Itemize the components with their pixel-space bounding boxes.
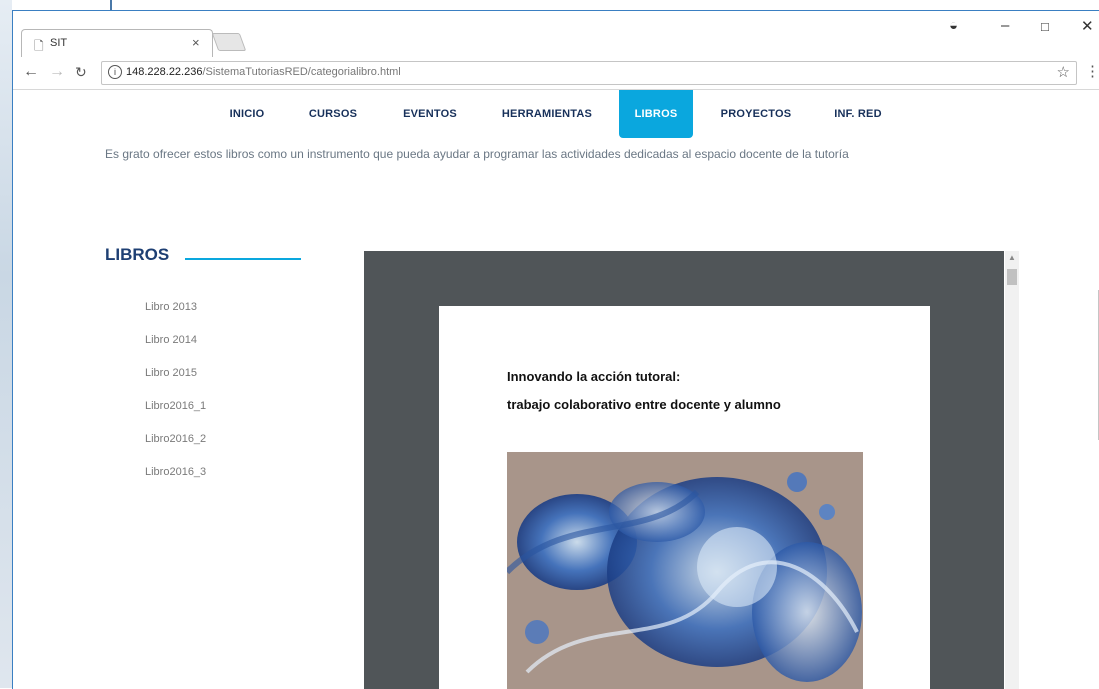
menu-icon[interactable]: ⋮ xyxy=(1085,62,1099,80)
minimize-icon[interactable]: – xyxy=(1001,17,1009,34)
nav-herramientas[interactable]: HERRAMIENTAS xyxy=(497,90,597,138)
page-icon: 🗋 xyxy=(34,39,44,53)
sidebar-item-libro-2014[interactable]: Libro 2014 xyxy=(145,334,197,346)
close-icon[interactable]: ✕ xyxy=(1081,17,1094,35)
sidebar-item-libro2016-2[interactable]: Libro2016_2 xyxy=(145,433,206,445)
tab-close-icon[interactable]: × xyxy=(192,35,200,50)
nav-eventos[interactable]: EVENTOS xyxy=(397,90,463,138)
sidebar-title-underline xyxy=(185,258,301,260)
nav-inicio[interactable]: INICIO xyxy=(213,90,281,138)
browser-toolbar: ← → ↻ i 148.228.22.236/SistemaTutoriasRE… xyxy=(13,57,1099,90)
url-text: 148.228.22.236/SistemaTutoriasRED/catego… xyxy=(126,66,401,78)
intro-text: Es grato ofrecer estos libros como un in… xyxy=(105,147,849,161)
nav-cursos[interactable]: CURSOS xyxy=(303,90,363,138)
main-nav: INICIO CURSOS EVENTOS HERRAMIENTAS LIBRO… xyxy=(13,90,1099,138)
title-bar: 🗋 SIT × ◒ – □ ✕ xyxy=(13,11,1099,58)
bookmark-star-icon[interactable]: ☆ xyxy=(1057,63,1070,81)
nav-proyectos[interactable]: PROYECTOS xyxy=(713,90,799,138)
nav-libros[interactable]: LIBROS xyxy=(619,90,693,138)
address-bar[interactable]: i 148.228.22.236/SistemaTutoriasRED/cate… xyxy=(101,61,1077,85)
sidebar-item-libro-2015[interactable]: Libro 2015 xyxy=(145,367,197,379)
nav-inf-red[interactable]: INF. RED xyxy=(821,90,895,138)
web-page: INICIO CURSOS EVENTOS HERRAMIENTAS LIBRO… xyxy=(13,90,1099,689)
book-cover-image xyxy=(507,452,863,689)
profile-icon[interactable]: ◒ xyxy=(949,17,958,34)
book-title-line-2: trabajo colaborativo entre docente y alu… xyxy=(507,397,781,412)
back-icon[interactable]: ← xyxy=(23,63,39,81)
reload-icon[interactable]: ↻ xyxy=(75,64,87,81)
pdf-viewer-scrollbar[interactable]: ▲ xyxy=(1005,251,1019,689)
browser-tab[interactable]: 🗋 SIT × xyxy=(21,29,213,58)
browser-window: 🗋 SIT × ◒ – □ ✕ ← → ↻ i 148.228.22.236/S… xyxy=(12,10,1099,689)
scrollbar-thumb[interactable] xyxy=(1007,269,1017,285)
sidebar-item-libro-2013[interactable]: Libro 2013 xyxy=(145,301,197,313)
new-tab-button[interactable] xyxy=(211,33,247,51)
pdf-page: Innovando la acción tutoral: trabajo col… xyxy=(439,306,930,689)
book-title-line-1: Innovando la acción tutoral: xyxy=(507,369,681,384)
forward-icon[interactable]: → xyxy=(49,63,65,81)
scroll-up-icon[interactable]: ▲ xyxy=(1008,253,1016,262)
sidebar-item-libro2016-1[interactable]: Libro2016_1 xyxy=(145,400,206,412)
desktop-edge xyxy=(0,0,12,688)
tab-title: SIT xyxy=(50,37,68,49)
maximize-icon[interactable]: □ xyxy=(1041,19,1049,34)
sidebar-item-libro2016-3[interactable]: Libro2016_3 xyxy=(145,466,206,478)
info-icon[interactable]: i xyxy=(108,65,122,79)
sidebar-title: LIBROS xyxy=(105,245,170,264)
